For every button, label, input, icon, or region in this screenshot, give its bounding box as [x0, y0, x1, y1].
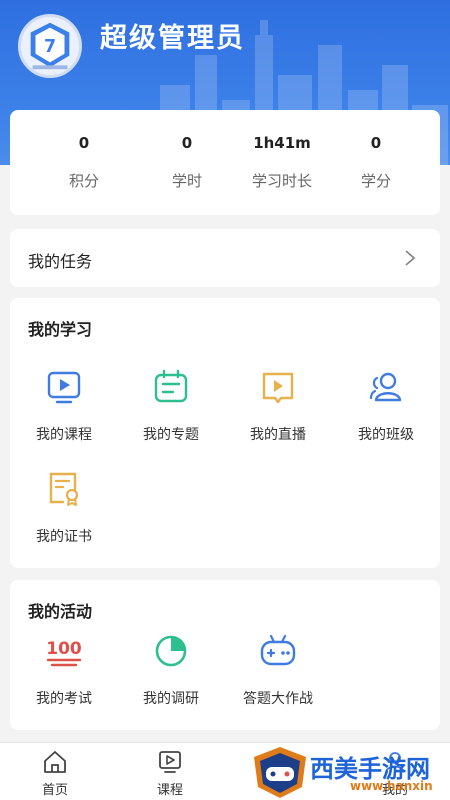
stat-value: 0 — [370, 134, 382, 152]
stat-label: 学习时长 — [251, 172, 312, 190]
study-item-live[interactable]: 我的直播 — [224, 368, 332, 444]
section-title: 我的学习 — [28, 320, 93, 339]
stat-value: 1h41m — [253, 134, 311, 152]
tab-courses[interactable]: 课程 — [125, 749, 215, 798]
stat-value: 0 — [181, 134, 193, 152]
activity-item-label: 答题大作战 — [243, 691, 313, 707]
avatar[interactable]: 7 — [18, 14, 82, 78]
stat-hours[interactable]: 0 学时 — [133, 110, 241, 191]
stat-points[interactable]: 0 积分 — [30, 110, 138, 191]
gamepad-shield-logo-icon — [254, 747, 306, 798]
stats-card: 0 积分 0 学时 1h41m 学习时长 0 学分 — [10, 110, 440, 215]
my-activity-section: 我的活动 100 我的考试 我的调研 答题大作战 — [10, 580, 440, 730]
chevron-right-icon — [405, 250, 416, 266]
study-item-certificate[interactable]: 我的证书 — [10, 470, 118, 546]
svg-text:7: 7 — [44, 37, 56, 57]
my-study-section: 我的学习 我的课程 我的专题 我的直播 我的班级 我的证书 — [10, 298, 440, 568]
home-icon — [44, 751, 66, 773]
stat-label: 积分 — [68, 172, 99, 190]
study-item-label: 我的专题 — [143, 427, 199, 443]
stat-credits[interactable]: 0 学分 — [322, 110, 430, 191]
tab-label: 课程 — [156, 783, 183, 798]
activity-item-label: 我的考试 — [36, 691, 92, 707]
topic-icon — [154, 369, 188, 403]
study-item-class[interactable]: 我的班级 — [332, 368, 440, 444]
tab-home[interactable]: 首页 — [10, 749, 100, 798]
section-title: 我的活动 — [28, 602, 93, 621]
stat-label: 学分 — [360, 172, 391, 190]
survey-pie-icon — [155, 635, 187, 667]
badge-logo-icon: 7 — [30, 22, 70, 70]
watermark-url: www.hanxin — [350, 779, 433, 793]
course-play-icon — [159, 751, 181, 773]
stat-label: 学时 — [171, 172, 202, 190]
exam-100-icon: 100 — [46, 639, 82, 667]
activity-item-label: 我的调研 — [143, 691, 199, 707]
activity-item-survey[interactable]: 我的调研 — [117, 632, 225, 708]
video-course-icon — [47, 371, 81, 404]
stat-value: 0 — [78, 134, 90, 152]
certificate-icon — [49, 472, 79, 506]
user-name: 超级管理员 — [100, 23, 245, 54]
my-tasks-label: 我的任务 — [28, 252, 93, 271]
site-watermark: 西美手游网 www.hanxin — [250, 745, 450, 800]
activity-item-exam[interactable]: 100 我的考试 — [10, 632, 118, 708]
study-item-label: 我的证书 — [36, 529, 92, 545]
study-item-label: 我的课程 — [36, 427, 92, 443]
study-item-courses[interactable]: 我的课程 — [10, 368, 118, 444]
study-item-label: 我的直播 — [250, 427, 306, 443]
tab-label: 首页 — [41, 783, 68, 798]
svg-text:100: 100 — [46, 639, 82, 659]
study-item-label: 我的班级 — [358, 427, 414, 443]
gamepad-icon — [260, 634, 296, 666]
class-people-icon — [369, 372, 402, 402]
study-item-topics[interactable]: 我的专题 — [117, 368, 225, 444]
stat-duration[interactable]: 1h41m 学习时长 — [228, 110, 336, 191]
live-book-icon — [262, 372, 294, 404]
my-tasks-row[interactable]: 我的任务 — [10, 229, 440, 287]
activity-item-quiz-battle[interactable]: 答题大作战 — [224, 632, 332, 708]
